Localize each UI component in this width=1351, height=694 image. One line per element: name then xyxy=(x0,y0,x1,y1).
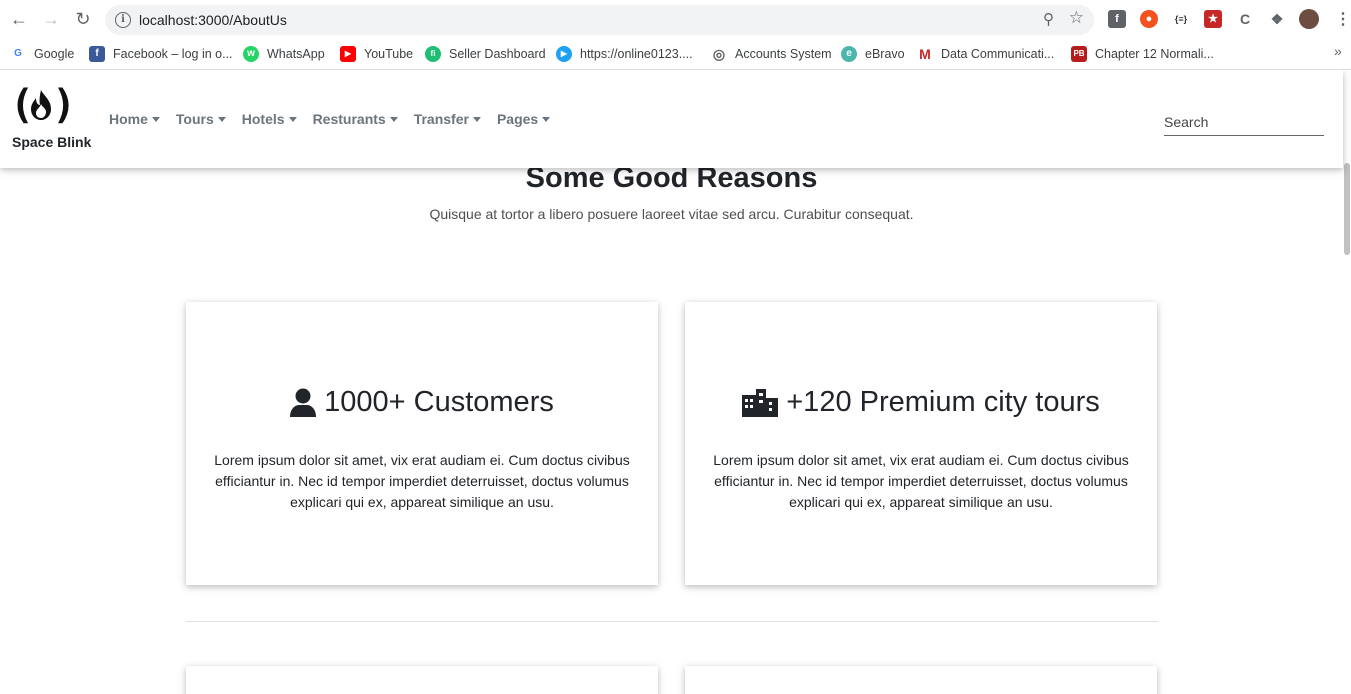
menu-tours[interactable]: Tours xyxy=(176,111,226,127)
user-icon xyxy=(290,388,317,417)
caret-down-icon xyxy=(151,116,160,122)
bookmark-label: eBravo xyxy=(865,47,905,61)
city-icon xyxy=(742,388,779,417)
back-icon[interactable]: ← xyxy=(8,8,30,30)
browser-menu-icon[interactable]: ⋮ xyxy=(1335,9,1351,29)
page-viewport: ( ) Space Blink Home Tours Hotels Restur… xyxy=(0,70,1351,694)
bookmark-whatsapp[interactable]: w WhatsApp xyxy=(243,44,325,64)
bookmark-google[interactable]: G Google xyxy=(10,44,74,64)
menu-label: Hotels xyxy=(241,111,285,127)
site-info-icon[interactable]: i xyxy=(115,12,131,28)
caret-down-icon xyxy=(472,116,481,122)
bookmark-data-communication[interactable]: M Data Communicati... xyxy=(917,44,1054,64)
card-title: 1000+ Customers xyxy=(324,386,554,418)
profile-avatar[interactable] xyxy=(1299,9,1319,29)
bookmark-facebook[interactable]: f Facebook – log in o... xyxy=(89,44,233,64)
more-bookmarks-icon[interactable]: » xyxy=(1334,43,1342,59)
card-title: +120 Premium city tours xyxy=(786,386,1100,418)
section-subtitle: Quisque at tortor a libero posuere laore… xyxy=(429,206,914,222)
menu-label: Pages xyxy=(496,111,539,127)
bookmark-label: WhatsApp xyxy=(267,47,325,61)
facebook-extension-icon[interactable]: f xyxy=(1108,10,1126,28)
menu-label: Home xyxy=(109,111,148,127)
reload-icon[interactable]: ↻ xyxy=(72,8,94,30)
browser-toolbar: ← → ↻ i localhost:3000/AboutUs ⚲ ☆ f ● {… xyxy=(0,0,1351,39)
forward-icon[interactable]: → xyxy=(40,8,62,30)
bookmark-label: Chapter 12 Normali... xyxy=(1095,47,1214,61)
reason-card xyxy=(186,666,658,694)
reason-card xyxy=(685,666,1157,694)
address-url[interactable]: localhost:3000/AboutUs xyxy=(139,12,287,28)
bookmark-chapter-12[interactable]: PB Chapter 12 Normali... xyxy=(1071,44,1214,64)
bookmark-seller-dashboard[interactable]: fi Seller Dashboard xyxy=(425,44,546,64)
bookmark-ebravo[interactable]: e eBravo xyxy=(841,44,905,64)
bookmark-label: Google xyxy=(34,47,75,61)
zoom-icon[interactable]: ⚲ xyxy=(1043,10,1054,28)
bookmarks-bar: G Google f Facebook – log in o... w What… xyxy=(0,39,1351,70)
extension-icon[interactable]: ● xyxy=(1140,10,1158,28)
menu-label: Resturants xyxy=(312,111,386,127)
reason-card: 1000+ Customers Lorem ipsum dolor sit am… xyxy=(186,302,658,585)
menu-pages[interactable]: Pages xyxy=(496,111,551,127)
play-icon: ▶ xyxy=(556,46,572,62)
caret-down-icon xyxy=(288,116,297,122)
brand-name[interactable]: Space Blink xyxy=(12,134,91,150)
whatsapp-icon: w xyxy=(243,46,259,62)
search-input[interactable] xyxy=(1164,108,1324,136)
card-text: Lorem ipsum dolor sit amet, vix erat aud… xyxy=(713,452,1129,510)
bookmark-youtube[interactable]: ▶ YouTube xyxy=(340,44,413,64)
menu-resturants[interactable]: Resturants xyxy=(313,111,398,127)
menu-label: Tours xyxy=(175,111,214,127)
menu-transfer[interactable]: Transfer xyxy=(414,111,481,127)
main-menu: Home Tours Hotels Resturants Transfer Pa… xyxy=(109,111,566,127)
extension-icon[interactable]: C xyxy=(1236,10,1254,28)
caret-down-icon xyxy=(542,116,551,122)
card-heading: +120 Premium city tours xyxy=(685,386,1157,419)
bookmark-online[interactable]: ▶ https://online0123.... xyxy=(556,44,693,64)
fiverr-icon: fi xyxy=(425,46,441,62)
menu-hotels[interactable]: Hotels xyxy=(242,111,297,127)
pb-icon: PB xyxy=(1071,46,1087,62)
youtube-icon: ▶ xyxy=(340,46,356,62)
bookmark-accounts-system[interactable]: ◎ Accounts System xyxy=(711,44,832,64)
card-text: Lorem ipsum dolor sit amet, vix erat aud… xyxy=(214,452,630,510)
google-icon: G xyxy=(10,46,26,62)
ebravo-icon: e xyxy=(841,46,857,62)
address-bar[interactable]: i localhost:3000/AboutUs ⚲ ☆ xyxy=(105,5,1094,35)
caret-down-icon xyxy=(217,116,226,122)
menu-home[interactable]: Home xyxy=(109,111,160,127)
bookmark-label: https://online0123.... xyxy=(580,47,693,61)
bookmark-label: Seller Dashboard xyxy=(449,47,546,61)
extensions-puzzle-icon[interactable]: ❖ xyxy=(1268,10,1286,28)
bookmark-star-icon[interactable]: ☆ xyxy=(1069,8,1084,28)
reason-card: +120 Premium city tours Lorem ipsum dolo… xyxy=(685,302,1157,585)
brand-logo[interactable]: ( ) xyxy=(10,82,76,128)
section-divider xyxy=(186,621,1158,622)
bookmark-label: Facebook – log in o... xyxy=(113,47,233,61)
gmail-icon: M xyxy=(917,46,933,62)
bookmark-label: Accounts System xyxy=(735,47,832,61)
json-extension-icon[interactable]: {≡} xyxy=(1172,10,1190,28)
bookmark-label: YouTube xyxy=(364,47,414,61)
globe-icon: ◎ xyxy=(711,46,727,62)
card-heading: 1000+ Customers xyxy=(186,386,658,419)
site-navbar: ( ) Space Blink Home Tours Hotels Restur… xyxy=(0,70,1343,168)
flame-icon xyxy=(31,90,51,120)
menu-label: Transfer xyxy=(413,111,469,127)
scrollbar-thumb[interactable] xyxy=(1344,163,1350,255)
caret-down-icon xyxy=(389,116,398,122)
page-scrollbar[interactable] xyxy=(1343,70,1351,694)
facebook-icon: f xyxy=(89,46,105,62)
bookmark-label: Data Communicati... xyxy=(941,47,1055,61)
extension-icon[interactable]: ★ xyxy=(1204,10,1222,28)
